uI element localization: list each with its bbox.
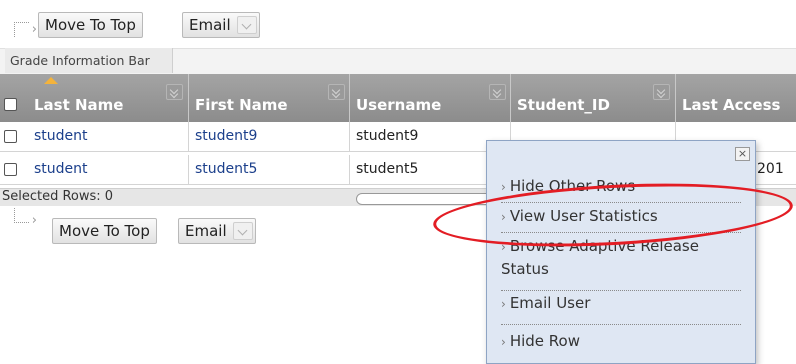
menu-item-browse-adaptive-release-status[interactable]: › Browse Adaptive Release Status: [501, 235, 741, 280]
table-cell-first-name: student5: [189, 155, 350, 185]
chevron-right-icon: ›: [501, 297, 506, 311]
action-bar-arrow-icon: ›: [14, 208, 37, 227]
menu-item-hide-other-rows[interactable]: › Hide Other Rows: [501, 175, 741, 198]
column-menu-icon[interactable]: [489, 84, 506, 100]
move-to-top-button[interactable]: Move To Top: [38, 12, 143, 38]
menu-divider: [501, 232, 741, 233]
column-label: Username: [356, 96, 442, 114]
first-name-link[interactable]: student9: [195, 128, 257, 144]
column-label: Last Name: [34, 96, 124, 114]
table-cell-first-name: student9: [189, 122, 350, 152]
column-header-last-name[interactable]: Last Name: [0, 74, 189, 122]
chevron-right-icon: ›: [501, 180, 506, 194]
chevron-down-icon: [237, 16, 257, 34]
last-access-text: 201: [757, 161, 784, 177]
selected-rows-count: Selected Rows: 0: [2, 189, 114, 204]
action-bar-arrow-icon: ›: [14, 22, 37, 37]
row-checkbox[interactable]: [4, 130, 17, 143]
menu-item-label: Browse Adaptive Release Status: [501, 237, 699, 278]
username-text: student9: [356, 128, 419, 144]
first-name-link[interactable]: student5: [195, 161, 257, 177]
column-menu-icon[interactable]: [328, 84, 345, 100]
menu-item-label: Email User: [509, 294, 591, 312]
menu-divider: [501, 324, 741, 325]
menu-divider: [501, 290, 741, 291]
menu-item-label: View User Statistics: [509, 207, 658, 225]
close-icon[interactable]: ×: [735, 147, 750, 161]
last-name-link[interactable]: student: [34, 161, 88, 177]
column-label: Student_ID: [517, 96, 610, 114]
email-button-label: Email: [185, 222, 227, 240]
menu-item-email-user[interactable]: › Email User: [501, 292, 741, 315]
last-name-link[interactable]: student: [34, 128, 88, 144]
table-cell-last-name: student: [0, 122, 189, 152]
row-context-menu: × › Hide Other Rows › View User Statistics…: [486, 140, 756, 364]
menu-item-view-user-statistics[interactable]: › View User Statistics: [501, 205, 741, 228]
email-button[interactable]: Email: [178, 218, 256, 244]
menu-divider: [501, 202, 741, 203]
menu-item-label: Hide Other Rows: [509, 177, 636, 195]
column-header-student-id[interactable]: Student_ID: [511, 74, 676, 122]
select-all-checkbox[interactable]: [4, 98, 17, 111]
chevron-down-icon: [233, 222, 253, 240]
column-label: Last Access: [682, 96, 781, 114]
column-header-first-name[interactable]: First Name: [189, 74, 350, 122]
table-cell-last-name: student: [0, 155, 189, 185]
chevron-right-icon: ›: [501, 335, 506, 349]
chevron-right-icon: ›: [501, 240, 506, 254]
email-button-label: Email: [189, 16, 231, 34]
menu-item-hide-row[interactable]: › Hide Row: [501, 330, 741, 353]
menu-item-label: Hide Row: [509, 332, 580, 350]
column-header-username[interactable]: Username: [350, 74, 511, 122]
horizontal-scrollbar[interactable]: [356, 193, 496, 205]
row-checkbox[interactable]: [4, 163, 17, 176]
chevron-right-icon: ›: [501, 210, 506, 224]
move-to-top-button[interactable]: Move To Top: [52, 218, 157, 244]
column-menu-icon[interactable]: [653, 84, 670, 100]
username-text: student5: [356, 161, 419, 177]
email-button[interactable]: Email: [182, 12, 260, 38]
column-menu-icon[interactable]: [166, 84, 183, 100]
column-header-last-access[interactable]: Last Access: [676, 74, 796, 122]
column-label: First Name: [195, 96, 288, 114]
grade-information-bar-label[interactable]: Grade Information Bar: [5, 48, 173, 73]
